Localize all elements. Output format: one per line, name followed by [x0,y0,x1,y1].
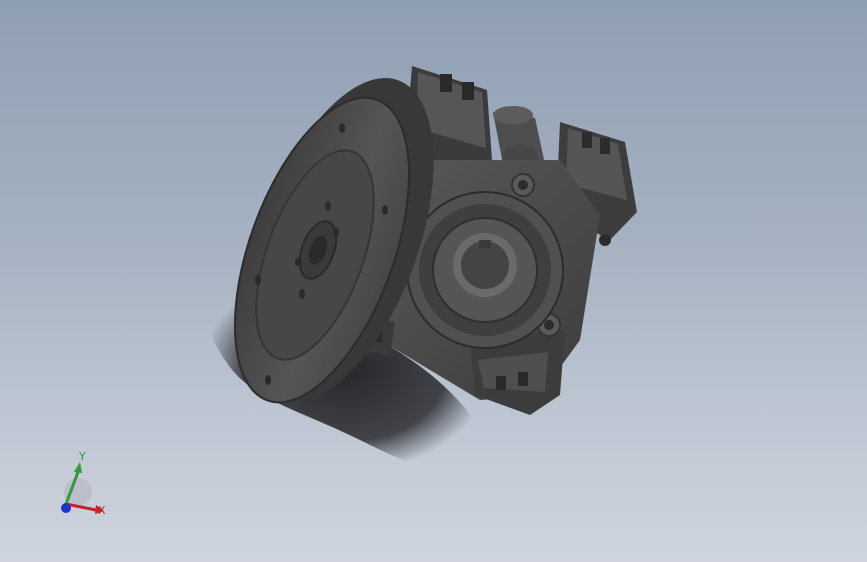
output-flange [406,191,564,349]
reference-triad[interactable]: Y X [52,448,112,520]
graphics-viewport[interactable]: Y X [0,0,867,562]
z-axis-marker [61,503,71,513]
gearbox-model[interactable] [0,0,867,562]
y-axis-label: Y [78,450,86,463]
x-axis-label: X [98,504,106,517]
y-axis-arrowhead [74,462,82,473]
